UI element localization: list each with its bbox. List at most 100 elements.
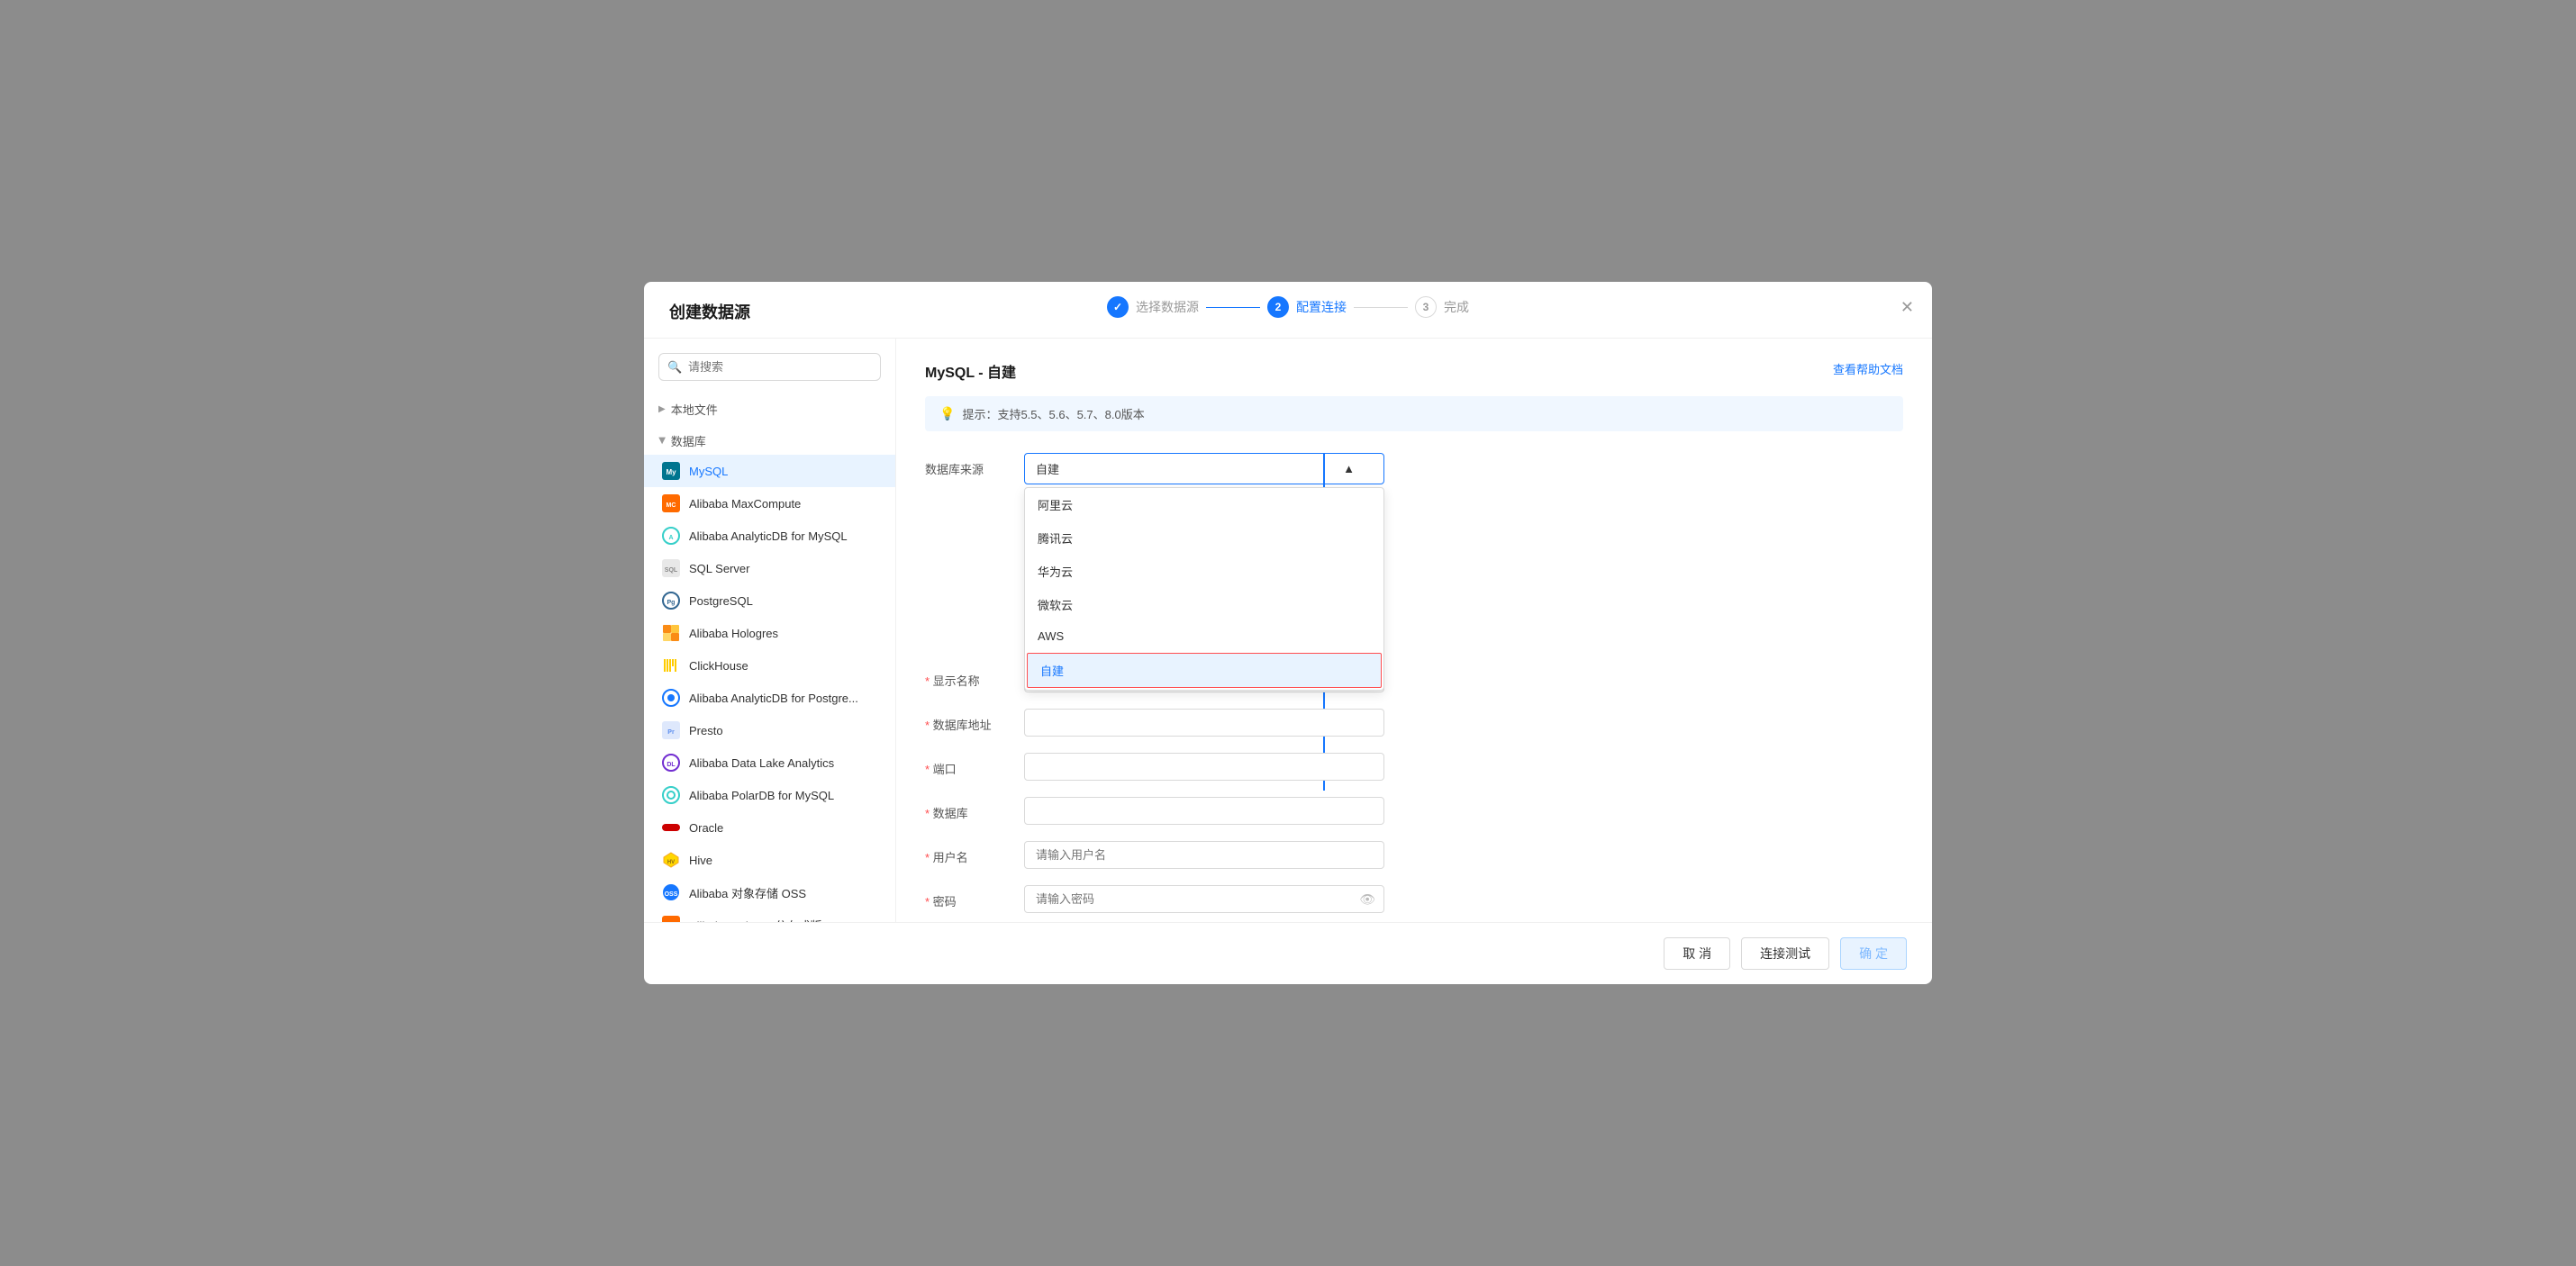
database-field-label: 数据库 bbox=[925, 797, 1024, 821]
sidebar-item-presto[interactable]: Pr Presto bbox=[644, 714, 895, 746]
hint-box: 💡 提示：支持5.5、5.6、5.7、8.0版本 bbox=[925, 396, 1903, 431]
maxcompute-icon: MC bbox=[662, 494, 680, 512]
password-row: 密码 👁 bbox=[925, 885, 1903, 913]
test-connection-button[interactable]: 连接测试 bbox=[1741, 937, 1829, 970]
sidebar-item-polardb-dist[interactable]: PDB Alibaba PolarDB分布式版 bbox=[644, 909, 895, 922]
sidebar-item-analyticdb-mysql-label: Alibaba AnalyticDB for MySQL bbox=[689, 529, 848, 543]
stepper: ✓ 选择数据源 2 配置连接 3 完成 bbox=[1107, 296, 1469, 318]
sidebar-item-analyticdb-pg[interactable]: Alibaba AnalyticDB for Postgre... bbox=[644, 682, 895, 714]
dropdown-huawei[interactable]: 华为云 bbox=[1025, 555, 1383, 588]
db-address-control bbox=[1024, 709, 1384, 737]
database-header[interactable]: ▶ 数据库 bbox=[644, 427, 895, 455]
database-section: ▶ 数据库 My MySQL MC bbox=[644, 427, 895, 922]
source-control: 自建 ▲ 阿里云 腾讯云 华为云 微软云 AWS 自建 bbox=[1024, 453, 1384, 484]
database-row: 数据库 bbox=[925, 797, 1903, 825]
svg-text:MC: MC bbox=[667, 502, 676, 509]
step-line-1 bbox=[1206, 307, 1260, 308]
close-button[interactable]: ✕ bbox=[1900, 298, 1914, 317]
sidebar-item-datalake[interactable]: DL Alibaba Data Lake Analytics bbox=[644, 746, 895, 779]
search-input[interactable] bbox=[658, 353, 881, 381]
sidebar-item-postgresql-label: PostgreSQL bbox=[689, 594, 753, 608]
username-label: 用户名 bbox=[925, 841, 1024, 865]
postgresql-icon: Pg bbox=[662, 592, 680, 610]
step-2-label: 配置连接 bbox=[1296, 298, 1347, 316]
local-files-header[interactable]: ▶ 本地文件 bbox=[644, 395, 895, 423]
presto-icon: Pr bbox=[662, 721, 680, 739]
sidebar-item-presto-label: Presto bbox=[689, 724, 723, 737]
sidebar-item-analyticdb-pg-label: Alibaba AnalyticDB for Postgre... bbox=[689, 692, 858, 705]
hint-text: 提示：支持5.5、5.6、5.7、8.0版本 bbox=[962, 405, 1144, 422]
section-title: MySQL - 自建 bbox=[925, 360, 1903, 382]
step-2: 2 配置连接 bbox=[1267, 296, 1347, 318]
svg-text:HV: HV bbox=[667, 860, 675, 865]
svg-text:Pg: Pg bbox=[667, 600, 676, 606]
sidebar-item-analyticdb-mysql[interactable]: A Alibaba AnalyticDB for MySQL bbox=[644, 520, 895, 552]
modal-body: 🔍 ▶ 本地文件 ▶ 数据库 bbox=[644, 339, 1932, 922]
sidebar-item-polardb-mysql-label: Alibaba PolarDB for MySQL bbox=[689, 789, 834, 802]
step-1-label: 选择数据源 bbox=[1136, 298, 1199, 316]
sidebar-item-sqlserver[interactable]: SQL SQL Server bbox=[644, 552, 895, 584]
dropdown-self[interactable]: 自建 bbox=[1027, 653, 1382, 688]
svg-text:A: A bbox=[668, 535, 673, 541]
hologres-icon bbox=[662, 624, 680, 642]
source-dropdown: 阿里云 腾讯云 华为云 微软云 AWS 自建 bbox=[1024, 487, 1384, 691]
sidebar-item-polardb-mysql[interactable]: Alibaba PolarDB for MySQL bbox=[644, 779, 895, 811]
local-files-arrow: ▶ bbox=[658, 404, 666, 414]
oss-icon: OSS bbox=[662, 883, 680, 901]
modal-header: 创建数据源 ✓ 选择数据源 2 配置连接 3 完成 ✕ bbox=[644, 282, 1932, 339]
database-input[interactable] bbox=[1024, 797, 1384, 825]
cancel-button[interactable]: 取 消 bbox=[1664, 937, 1730, 970]
username-control bbox=[1024, 841, 1384, 869]
step-3-circle: 3 bbox=[1415, 296, 1437, 318]
sidebar: 🔍 ▶ 本地文件 ▶ 数据库 bbox=[644, 339, 896, 922]
hint-icon: 💡 bbox=[939, 406, 955, 421]
sidebar-item-hive[interactable]: HV Hive bbox=[644, 844, 895, 876]
dropdown-microsoft[interactable]: 微软云 bbox=[1025, 588, 1383, 621]
port-label: 端口 bbox=[925, 753, 1024, 777]
svg-text:My: My bbox=[666, 468, 676, 476]
dropdown-aws[interactable]: AWS bbox=[1025, 621, 1383, 651]
password-label: 密码 bbox=[925, 885, 1024, 909]
sidebar-item-hologres[interactable]: Alibaba Hologres bbox=[644, 617, 895, 649]
sidebar-item-clickhouse[interactable]: ClickHouse bbox=[644, 649, 895, 682]
database-label: 数据库 bbox=[671, 432, 706, 449]
confirm-button[interactable]: 确 定 bbox=[1840, 937, 1907, 970]
source-row: 数据库来源 自建 ▲ 阿里云 腾讯云 华为云 微软云 AWS bbox=[925, 453, 1903, 484]
eye-icon[interactable]: 👁 bbox=[1359, 891, 1375, 907]
search-box: 🔍 bbox=[658, 353, 881, 381]
source-select-arrow: ▲ bbox=[1343, 462, 1355, 475]
analyticdb-mysql-icon: A bbox=[662, 527, 680, 545]
svg-text:Pr: Pr bbox=[667, 729, 675, 736]
sidebar-item-oracle[interactable]: Oracle bbox=[644, 811, 895, 844]
local-files-section: ▶ 本地文件 bbox=[644, 395, 895, 423]
sidebar-item-postgresql[interactable]: Pg PostgreSQL bbox=[644, 584, 895, 617]
sidebar-item-maxcompute-label: Alibaba MaxCompute bbox=[689, 497, 801, 511]
modal-footer: 取 消 连接测试 确 定 bbox=[644, 922, 1932, 984]
username-row: 用户名 bbox=[925, 841, 1903, 869]
sidebar-item-hologres-label: Alibaba Hologres bbox=[689, 627, 778, 640]
dropdown-tencent[interactable]: 腾讯云 bbox=[1025, 521, 1383, 555]
help-link[interactable]: 查看帮助文档 bbox=[1833, 360, 1903, 377]
step-2-circle: 2 bbox=[1267, 296, 1289, 318]
main-content: MySQL - 自建 查看帮助文档 💡 提示：支持5.5、5.6、5.7、8.0… bbox=[896, 339, 1932, 922]
db-address-input[interactable] bbox=[1024, 709, 1384, 737]
sidebar-item-datalake-label: Alibaba Data Lake Analytics bbox=[689, 756, 834, 770]
sqlserver-icon: SQL bbox=[662, 559, 680, 577]
source-label: 数据库来源 bbox=[925, 453, 1024, 477]
password-input[interactable] bbox=[1024, 885, 1384, 913]
analyticdb-pg-icon bbox=[662, 689, 680, 707]
step-3: 3 完成 bbox=[1415, 296, 1469, 318]
polardb-dist-icon: PDB bbox=[662, 916, 680, 922]
dropdown-aliyun[interactable]: 阿里云 bbox=[1025, 488, 1383, 521]
password-control: 👁 bbox=[1024, 885, 1384, 913]
username-input[interactable] bbox=[1024, 841, 1384, 869]
port-input[interactable] bbox=[1024, 753, 1384, 781]
sidebar-item-mysql[interactable]: My MySQL bbox=[644, 455, 895, 487]
sidebar-item-maxcompute[interactable]: MC Alibaba MaxCompute bbox=[644, 487, 895, 520]
sidebar-item-oracle-label: Oracle bbox=[689, 821, 723, 835]
mysql-icon: My bbox=[662, 462, 680, 480]
sidebar-item-oss[interactable]: OSS Alibaba 对象存储 OSS bbox=[644, 876, 895, 909]
source-select[interactable]: 自建 ▲ bbox=[1024, 453, 1384, 484]
step-line-2 bbox=[1354, 307, 1408, 308]
sidebar-item-mysql-label: MySQL bbox=[689, 465, 728, 478]
